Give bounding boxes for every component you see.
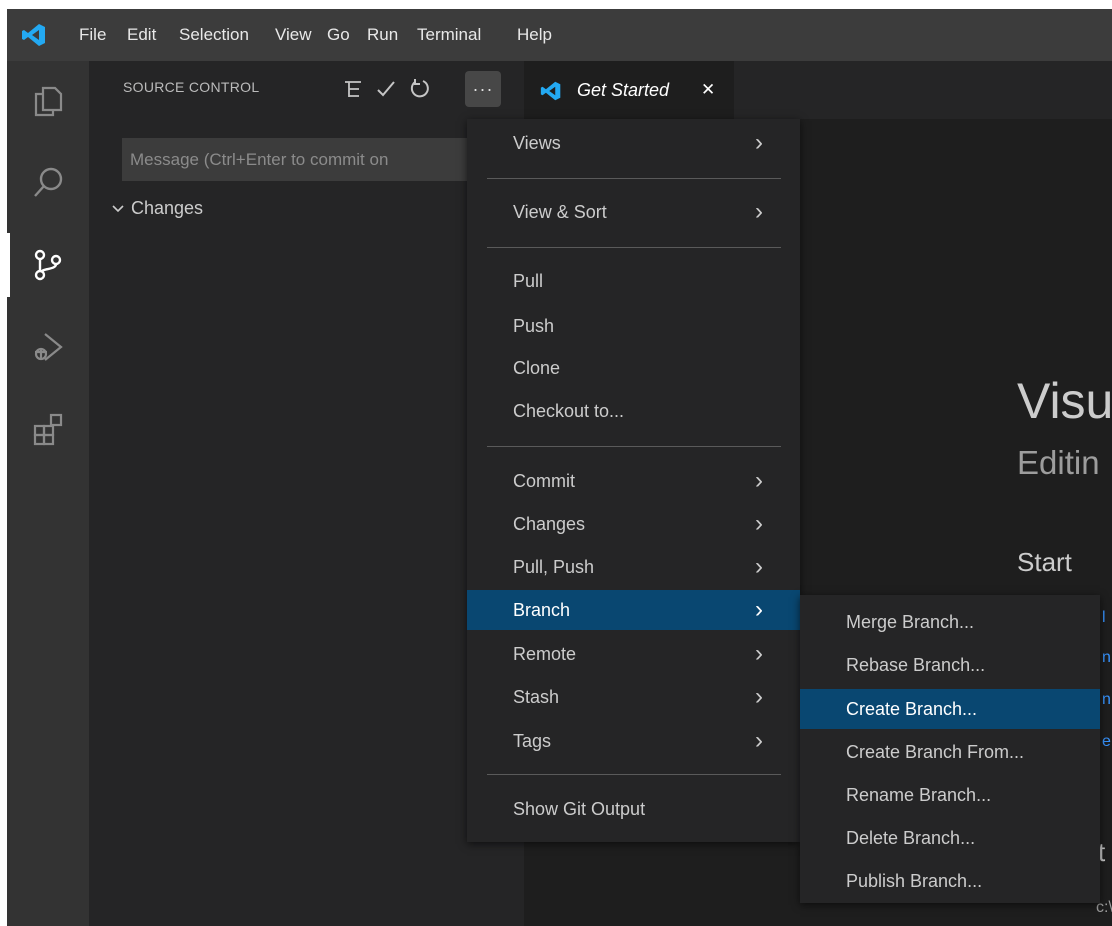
menu-separator bbox=[487, 446, 781, 447]
menu-item-views[interactable]: Views › bbox=[467, 123, 800, 163]
source-control-sidebar: SOURCE CONTROL ··· Message (Ctrl+Enter t… bbox=[89, 61, 524, 926]
menu-item-publish-branch[interactable]: Publish Branch... bbox=[800, 861, 1100, 901]
menu-item-merge-branch[interactable]: Merge Branch... bbox=[800, 602, 1100, 642]
more-actions-button[interactable]: ··· bbox=[465, 71, 501, 107]
start-heading: Start bbox=[1017, 547, 1072, 577]
close-icon[interactable]: ✕ bbox=[701, 61, 715, 119]
commit-message-input[interactable]: Message (Ctrl+Enter to commit on bbox=[122, 138, 524, 181]
run-debug-icon[interactable] bbox=[7, 315, 89, 379]
extensions-icon[interactable] bbox=[7, 397, 89, 461]
menu-item-rebase-branch[interactable]: Rebase Branch... bbox=[800, 645, 1100, 685]
chevron-right-icon: › bbox=[755, 553, 763, 580]
activity-bar bbox=[7, 61, 89, 926]
explorer-icon[interactable] bbox=[7, 69, 89, 133]
refresh-icon[interactable] bbox=[409, 78, 431, 100]
source-control-icon[interactable] bbox=[7, 233, 89, 297]
start-link[interactable]: n bbox=[1102, 649, 1112, 666]
start-link[interactable]: n bbox=[1102, 691, 1112, 708]
vscode-tab-icon bbox=[540, 80, 562, 107]
vscode-logo-icon bbox=[21, 22, 47, 48]
search-icon[interactable] bbox=[7, 151, 89, 215]
menu-separator bbox=[487, 774, 781, 775]
menu-item-checkout[interactable]: Checkout to... bbox=[467, 391, 800, 431]
menu-separator bbox=[487, 178, 781, 179]
menu-item-rename-branch[interactable]: Rename Branch... bbox=[800, 775, 1100, 815]
chevron-right-icon: › bbox=[755, 683, 763, 710]
more-actions-menu: Views › View & Sort › Pull Push Clone Ch… bbox=[467, 119, 800, 842]
menu-item-tags[interactable]: Tags › bbox=[467, 721, 800, 761]
menu-selection[interactable]: Selection bbox=[179, 9, 249, 61]
menu-view[interactable]: View bbox=[275, 9, 312, 61]
chevron-down-icon bbox=[111, 193, 127, 234]
ellipsis-icon: ··· bbox=[472, 79, 494, 99]
menu-item-branch[interactable]: Branch › bbox=[467, 590, 800, 630]
view-as-tree-icon[interactable] bbox=[342, 78, 364, 100]
menu-run[interactable]: Run bbox=[367, 9, 398, 61]
chevron-right-icon: › bbox=[755, 467, 763, 494]
menu-file[interactable]: File bbox=[79, 9, 106, 61]
title-bar: File Edit Selection View Go Run Terminal… bbox=[7, 9, 1112, 61]
menu-item-changes[interactable]: Changes › bbox=[467, 504, 800, 544]
vscode-window: File Edit Selection View Go Run Terminal… bbox=[7, 9, 1112, 926]
menu-go[interactable]: Go bbox=[327, 9, 350, 61]
start-link[interactable]: e bbox=[1102, 733, 1112, 750]
branch-submenu: Merge Branch... Rebase Branch... Create … bbox=[800, 595, 1100, 903]
sidebar-title: SOURCE CONTROL bbox=[123, 79, 260, 95]
changes-label: Changes bbox=[131, 198, 204, 218]
chevron-right-icon: › bbox=[755, 129, 763, 156]
menu-item-clone[interactable]: Clone bbox=[467, 348, 800, 388]
menu-item-stash[interactable]: Stash › bbox=[467, 677, 800, 717]
menu-item-pull[interactable]: Pull bbox=[467, 261, 800, 301]
menu-item-view-sort[interactable]: View & Sort › bbox=[467, 192, 800, 232]
chevron-right-icon: › bbox=[755, 640, 763, 667]
menu-item-commit[interactable]: Commit › bbox=[467, 461, 800, 501]
welcome-heading: Visu bbox=[1017, 373, 1112, 429]
chevron-right-icon: › bbox=[755, 727, 763, 754]
start-link[interactable]: l bbox=[1102, 609, 1112, 626]
commit-check-icon[interactable] bbox=[375, 78, 397, 100]
chevron-right-icon: › bbox=[755, 198, 763, 225]
editor-tabs-bar: Get Started ✕ bbox=[524, 61, 1112, 119]
menu-edit[interactable]: Edit bbox=[127, 9, 156, 61]
menu-separator bbox=[487, 247, 781, 248]
menu-item-remote[interactable]: Remote › bbox=[467, 634, 800, 674]
menu-terminal[interactable]: Terminal bbox=[417, 9, 481, 61]
menu-item-delete-branch[interactable]: Delete Branch... bbox=[800, 818, 1100, 858]
welcome-subheading: Editin bbox=[1017, 444, 1100, 481]
menu-item-pull-push[interactable]: Pull, Push › bbox=[467, 547, 800, 587]
menu-item-create-branch[interactable]: Create Branch... bbox=[800, 689, 1100, 729]
menu-item-push[interactable]: Push bbox=[467, 306, 800, 346]
menu-help[interactable]: Help bbox=[517, 9, 552, 61]
chevron-right-icon: › bbox=[755, 510, 763, 537]
commit-message-placeholder: Message (Ctrl+Enter to commit on bbox=[130, 150, 389, 169]
tab-get-started[interactable]: Get Started ✕ bbox=[524, 61, 734, 119]
menu-item-create-branch-from[interactable]: Create Branch From... bbox=[800, 732, 1100, 772]
chevron-right-icon: › bbox=[755, 596, 763, 623]
tab-label: Get Started bbox=[577, 80, 670, 100]
menu-item-show-git-output[interactable]: Show Git Output bbox=[467, 789, 800, 829]
